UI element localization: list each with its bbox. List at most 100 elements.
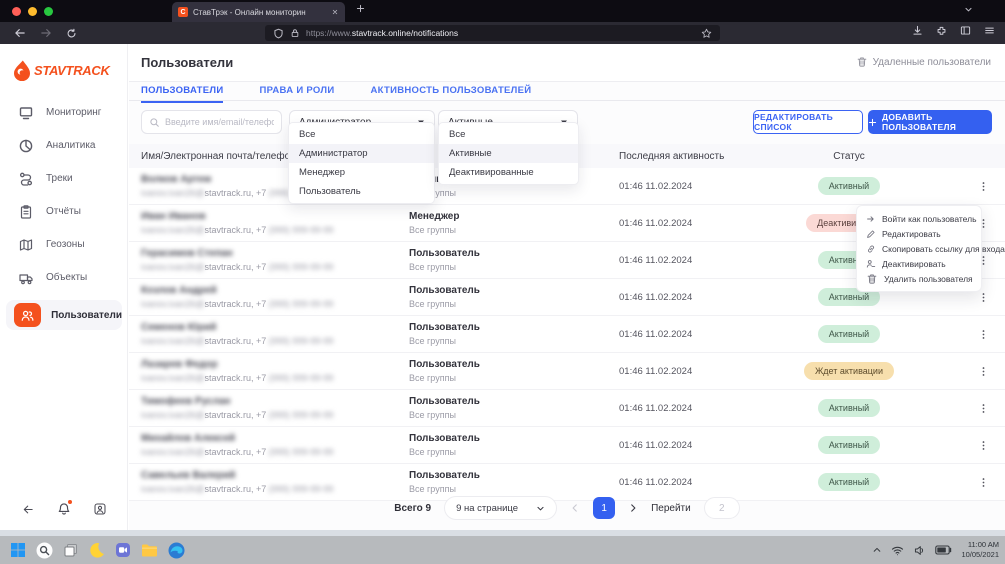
row-menu-kebab-icon[interactable] [978, 403, 989, 414]
chevron-up-icon[interactable] [872, 545, 882, 555]
sidebar-item-Аналитика[interactable]: Аналитика [0, 129, 128, 162]
last-activity: 01:46 11.02.2024 [619, 181, 769, 192]
user-contact: ivanov.ivan26@stavtrack.ru, +7 (999) 999… [141, 484, 409, 494]
status-option-Активные[interactable]: Активные [439, 144, 578, 163]
user-group: Все группы [409, 447, 619, 457]
edit-list-button[interactable]: РЕДАКТИРОВАТЬ СПИСОК [753, 110, 863, 134]
close-tab-icon[interactable] [331, 8, 339, 16]
search-taskbar-icon[interactable] [36, 542, 53, 559]
role-option-Менеджер[interactable]: Менеджер [289, 163, 434, 182]
tracking-shield-icon[interactable] [273, 28, 284, 39]
trash-icon [866, 273, 878, 285]
minimize-window-button[interactable] [28, 7, 37, 16]
user-contact: ivanov.ivan26@stavtrack.ru, +7 (999) 999… [141, 447, 409, 457]
menu-icon[interactable] [984, 25, 995, 36]
user-group: Все группы [409, 410, 619, 420]
login-arrow-icon [866, 214, 876, 224]
address-bar[interactable]: https://www.stavtrack.online/notificatio… [265, 25, 720, 41]
context-menu-item[interactable]: Скопировать ссылку для входа [857, 241, 981, 256]
per-page-select[interactable]: 9 на странице [444, 496, 557, 520]
folder-icon[interactable] [141, 543, 158, 558]
zoom-window-button[interactable] [44, 7, 53, 16]
role-option-Администратор[interactable]: Администратор [289, 144, 434, 163]
clipboard-icon [18, 204, 34, 220]
user-group: Все группы [409, 336, 619, 346]
next-page-button[interactable] [628, 503, 638, 513]
row-menu-kebab-icon[interactable] [978, 440, 989, 451]
sidebar-panel-icon[interactable] [960, 25, 971, 36]
context-menu-item[interactable]: Удалить пользователя [857, 271, 981, 286]
column-status: Статус [769, 151, 929, 162]
status-badge: Активный [818, 436, 880, 454]
role-option-Пользователь[interactable]: Пользователь [289, 182, 434, 201]
reload-icon[interactable] [66, 27, 77, 39]
role-option-Все[interactable]: Все [289, 125, 434, 144]
last-activity: 01:46 11.02.2024 [619, 255, 769, 266]
downloads-icon[interactable] [912, 25, 923, 36]
edge-icon[interactable] [168, 542, 185, 559]
sidebar-item-Геозоны[interactable]: Геозоны [0, 228, 128, 261]
context-menu-item[interactable]: Деактивировать [857, 256, 981, 271]
user-name: Тимофеев Руслан [141, 396, 409, 407]
user-group: Все группы [409, 262, 619, 272]
sidebar-item-Мониторинг[interactable]: Мониторинг [0, 96, 128, 129]
user-contact: ivanov.ivan26@stavtrack.ru, +7 (999) 999… [141, 225, 409, 235]
last-activity: 01:46 11.02.2024 [619, 477, 769, 488]
last-activity: 01:46 11.02.2024 [619, 403, 769, 414]
os-taskbar: 11:00 AM 10/05/2021 [0, 536, 1005, 564]
context-menu-item[interactable]: Редактировать [857, 226, 981, 241]
notifications-bell-icon[interactable] [57, 502, 71, 516]
row-menu-kebab-icon[interactable] [978, 181, 989, 192]
screen: C СтавТрэк - Онлайн мониторин https://ww… [0, 0, 1005, 564]
add-user-button[interactable]: ДОБАВИТЬ ПОЛЬЗОВАТЕЛЯ [868, 110, 992, 134]
sidebar-item-Треки[interactable]: Треки [0, 162, 128, 195]
user-name: Семенов Юрий [141, 322, 409, 333]
stavtrack-logo[interactable]: STAVTRACK [13, 60, 110, 81]
new-tab-button[interactable] [356, 4, 365, 13]
goto-label: Перейти [651, 503, 691, 514]
list-tabs-icon[interactable] [964, 5, 973, 14]
wifi-icon[interactable] [891, 544, 904, 557]
monitor-icon [18, 105, 34, 121]
user-role: Менеджер [409, 211, 619, 222]
windows-icon[interactable] [10, 542, 26, 558]
trash-icon [856, 56, 868, 68]
task-view-icon[interactable] [63, 542, 79, 558]
lock-icon [290, 28, 300, 38]
status-option-Деактивированные[interactable]: Деактивированные [439, 163, 578, 182]
deleted-users-link[interactable]: Удаленные пользователи [856, 56, 991, 68]
tabs-row: ПОЛЬЗОВАТЕЛИПРАВА И РОЛИАКТИВНОСТЬ ПОЛЬЗ… [141, 82, 531, 100]
chat-icon[interactable] [115, 542, 131, 558]
row-menu-kebab-icon[interactable] [978, 477, 989, 488]
sidebar-item-Пользователи[interactable]: Пользователи [6, 300, 122, 330]
volume-icon[interactable] [913, 544, 926, 557]
pencil-icon [866, 229, 876, 239]
collapse-sidebar-icon[interactable] [22, 502, 35, 516]
search-input[interactable] [165, 117, 274, 127]
search-box[interactable] [141, 110, 282, 134]
user-contact: ivanov.ivan26@stavtrack.ru, +7 (999) 999… [141, 336, 409, 346]
forward-icon[interactable] [40, 27, 52, 39]
context-menu-item[interactable]: Войти как пользователь [857, 211, 981, 226]
status-option-Все[interactable]: Все [439, 125, 578, 144]
moon-icon[interactable] [89, 542, 105, 558]
battery-icon[interactable] [935, 545, 952, 555]
sidebar-item-Отчёты[interactable]: Отчёты [0, 195, 128, 228]
page-number-button[interactable]: 1 [593, 497, 615, 519]
browser-toolbar: https://www.stavtrack.online/notificatio… [0, 22, 1005, 44]
row-context-menu: Войти как пользовательРедактироватьСкопи… [856, 205, 982, 292]
goto-page-input[interactable]: 2 [704, 497, 740, 519]
taskbar-clock[interactable]: 11:00 AM 10/05/2021 [961, 540, 999, 560]
prev-page-button[interactable] [570, 503, 580, 513]
close-window-button[interactable] [12, 7, 21, 16]
row-menu-kebab-icon[interactable] [978, 292, 989, 303]
profile-icon[interactable] [93, 502, 107, 516]
row-menu-kebab-icon[interactable] [978, 366, 989, 377]
row-menu-kebab-icon[interactable] [978, 329, 989, 340]
extensions-icon[interactable] [936, 25, 947, 36]
sidebar-item-Объекты[interactable]: Объекты [0, 261, 128, 294]
back-icon[interactable] [14, 27, 26, 39]
bookmark-star-icon[interactable] [701, 28, 712, 39]
browser-tab[interactable]: C СтавТрэк - Онлайн мониторин [172, 2, 345, 22]
user-role: Пользователь [409, 396, 619, 407]
